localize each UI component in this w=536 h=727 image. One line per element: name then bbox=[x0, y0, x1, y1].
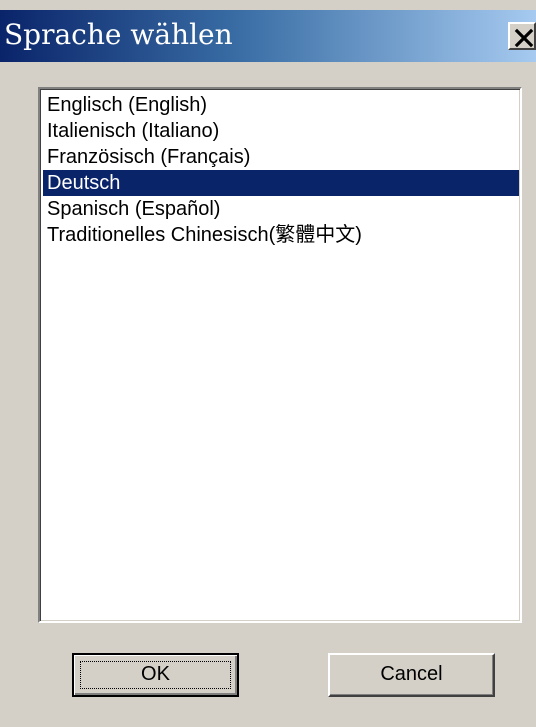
ok-button[interactable]: OK bbox=[72, 653, 239, 697]
close-button[interactable] bbox=[508, 22, 536, 50]
title-bar[interactable]: Sprache wählen bbox=[0, 10, 536, 62]
list-item-traditional-chinese[interactable]: Traditionelles Chinesisch(繁體中文) bbox=[43, 222, 519, 248]
ok-button-label: OK bbox=[141, 663, 170, 685]
dialog-title: Sprache wählen bbox=[4, 18, 233, 51]
close-icon bbox=[514, 28, 534, 48]
list-item-spanish[interactable]: Spanisch (Español) bbox=[43, 196, 519, 222]
cancel-button-label: Cancel bbox=[380, 663, 443, 685]
list-item-english[interactable]: Englisch (English) bbox=[43, 92, 519, 118]
language-listbox[interactable]: Englisch (English) Italienisch (Italiano… bbox=[38, 87, 522, 623]
list-item-french[interactable]: Französisch (Français) bbox=[43, 144, 519, 170]
list-item-italian[interactable]: Italienisch (Italiano) bbox=[43, 118, 519, 144]
list-item-german[interactable]: Deutsch bbox=[43, 170, 519, 196]
language-dialog: Sprache wählen Englisch (English) Italie… bbox=[0, 0, 536, 727]
cancel-button[interactable]: Cancel bbox=[328, 653, 495, 697]
